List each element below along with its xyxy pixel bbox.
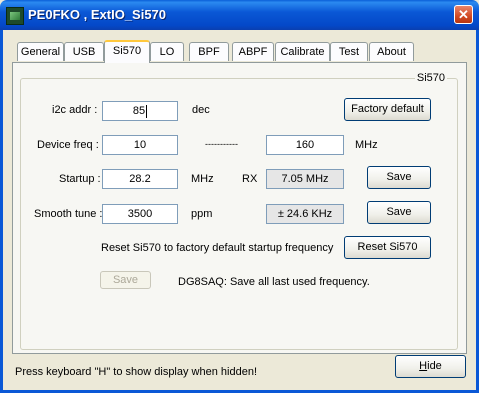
tab-abpf[interactable]: ABPF xyxy=(232,42,274,61)
startup-freq-input[interactable] xyxy=(102,169,178,189)
smooth-tune-range-readout: ± 24.6 KHz xyxy=(266,204,344,224)
tab-bpf[interactable]: BPF xyxy=(189,42,229,61)
rx-freq-readout: 7.05 MHz xyxy=(266,169,344,189)
rx-label: RX xyxy=(242,173,258,185)
groupbox-label: Si570 xyxy=(414,72,447,84)
window-title: PE0FKO , ExtIO_Si570 xyxy=(28,7,167,22)
hide-accelerator: H xyxy=(419,360,428,372)
device-freq-separator: ----------- xyxy=(205,139,238,149)
startup-unit: MHz xyxy=(191,173,214,185)
tab-test[interactable]: Test xyxy=(330,42,368,61)
close-icon: ✕ xyxy=(458,7,469,22)
close-button[interactable]: ✕ xyxy=(454,5,473,24)
device-freq-max-input[interactable] xyxy=(266,135,344,155)
reset-description: Reset Si570 to factory default startup f… xyxy=(101,242,334,254)
app-icon xyxy=(6,7,24,25)
device-freq-label: Device freq : xyxy=(37,139,99,151)
tab-lo[interactable]: LO xyxy=(150,42,184,61)
factory-default-button[interactable]: Factory default xyxy=(344,98,431,121)
startup-save-button[interactable]: Save xyxy=(367,166,431,189)
smooth-tune-unit: ppm xyxy=(191,208,213,220)
tab-si570[interactable]: Si570 xyxy=(104,40,150,63)
device-freq-unit: MHz xyxy=(355,139,378,151)
tab-calibrate[interactable]: Calibrate xyxy=(275,42,330,61)
window-frame-left xyxy=(0,30,3,393)
smooth-tune-input[interactable] xyxy=(102,204,178,224)
hide-button[interactable]: Hide xyxy=(395,355,466,378)
tab-about[interactable]: About xyxy=(369,42,414,61)
title-bar[interactable]: PE0FKO , ExtIO_Si570 ✕ xyxy=(0,0,479,30)
reset-si570-button[interactable]: Reset Si570 xyxy=(344,236,431,259)
save-all-description: DG8SAQ: Save all last used frequency. xyxy=(178,276,370,288)
hide-label-rest: ide xyxy=(427,360,442,372)
i2c-addr-input[interactable]: 85 xyxy=(102,101,178,121)
save-all-button[interactable]: Save xyxy=(100,271,151,289)
i2c-addr-label: i2c addr : xyxy=(52,104,98,116)
tab-usb[interactable]: USB xyxy=(64,42,104,61)
startup-label: Startup : xyxy=(59,173,101,185)
text-cursor xyxy=(146,104,148,118)
tab-general[interactable]: General xyxy=(17,42,64,61)
smooth-tune-save-button[interactable]: Save xyxy=(367,201,431,224)
i2c-addr-unit: dec xyxy=(192,104,210,116)
footer-hint: Press keyboard "H" to show display when … xyxy=(15,366,257,378)
device-freq-min-input[interactable] xyxy=(102,135,178,155)
smooth-tune-label: Smooth tune : xyxy=(34,208,103,220)
